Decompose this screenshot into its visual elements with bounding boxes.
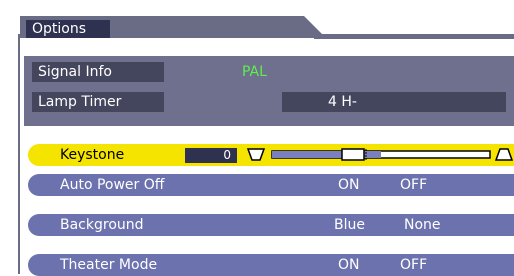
lamp-timer-value: 4 H-: [328, 94, 357, 110]
theater-mode-label: Theater Mode: [60, 257, 158, 273]
tab-bar: Options: [18, 14, 514, 39]
tab-options-label: Options: [26, 20, 110, 38]
keystone-value: 0: [185, 148, 237, 163]
background-blue[interactable]: Blue: [334, 214, 365, 236]
auto-power-off-on[interactable]: ON: [338, 174, 360, 196]
theater-mode-on[interactable]: ON: [338, 254, 360, 276]
slider-thumb: [341, 148, 365, 161]
lamp-timer-field: [282, 92, 506, 112]
keystone-label: Keystone: [60, 147, 125, 163]
keystone-narrow-top-icon: [494, 148, 514, 161]
background-label: Background: [60, 217, 144, 233]
lamp-timer-label: Lamp Timer: [32, 92, 164, 112]
keystone-slider[interactable]: [246, 147, 514, 163]
background-none[interactable]: None: [404, 214, 441, 236]
menu-item-background[interactable]: Background Blue None: [28, 214, 514, 236]
auto-power-off-label: Auto Power Off: [60, 177, 165, 193]
auto-power-off-off[interactable]: OFF: [400, 174, 427, 196]
info-panel: Signal Info PAL Lamp Timer 4 H-: [24, 56, 514, 126]
tab-divider: [314, 36, 514, 39]
signal-info-row: Signal Info PAL: [32, 62, 506, 82]
menu-item-keystone[interactable]: Keystone 0: [28, 144, 514, 166]
lamp-timer-row: Lamp Timer 4 H-: [32, 92, 506, 112]
theater-mode-off[interactable]: OFF: [400, 254, 427, 276]
menu-item-auto-power-off[interactable]: Auto Power Off ON OFF: [28, 174, 514, 196]
menu-item-theater-mode[interactable]: Theater Mode ON OFF: [28, 254, 514, 276]
signal-info-value: PAL: [242, 64, 267, 80]
tab-options[interactable]: Options: [20, 16, 326, 38]
signal-info-label: Signal Info: [32, 62, 164, 82]
keystone-narrow-bottom-icon: [246, 148, 266, 161]
